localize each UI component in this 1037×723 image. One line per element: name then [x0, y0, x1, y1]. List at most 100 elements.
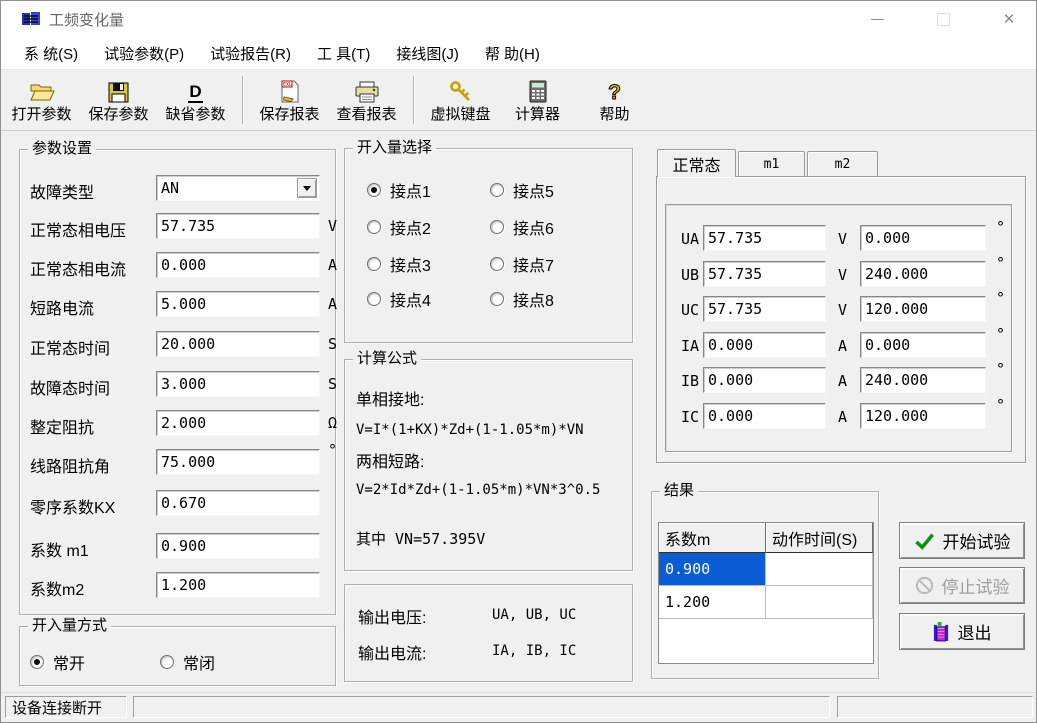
status-bar: 设备连接断开: [1, 692, 1036, 722]
radio-normally-open[interactable]: 常开: [30, 654, 85, 670]
radio-contact-6[interactable]: 接点6: [490, 219, 554, 235]
ua-angle-input[interactable]: 0.000: [860, 225, 986, 251]
contact-select-group: 开入量选择 接点1 接点2 接点3 接点4 接点5 接点6 接点7 接点8: [344, 148, 633, 343]
ua-magnitude-input[interactable]: 57.735: [703, 225, 826, 251]
maximize-button[interactable]: [928, 4, 958, 34]
status-connection: 设备连接断开: [5, 696, 127, 718]
radio-icon: [367, 292, 381, 306]
dropdown-arrow-button[interactable]: [297, 178, 317, 198]
ia-angle-input[interactable]: 0.000: [860, 332, 986, 358]
menu-tools[interactable]: 工 具(T): [304, 43, 383, 64]
table-row[interactable]: 1.200: [659, 586, 873, 619]
tab-m2[interactable]: m2: [807, 151, 878, 176]
radio-icon: [367, 257, 381, 271]
time-cell: [766, 586, 873, 619]
field-row: 正常态时间 20.000 S: [30, 331, 329, 357]
open-params-button[interactable]: 打开参数: [3, 73, 80, 127]
check-icon: [914, 532, 935, 550]
fault-state-time-input[interactable]: 3.000: [156, 371, 320, 397]
output-voltage-label: 输出电压:: [358, 604, 426, 628]
normal-phase-current-input[interactable]: 0.000: [156, 252, 320, 278]
normal-phase-voltage-input[interactable]: 57.735: [156, 213, 320, 239]
uc-magnitude-input[interactable]: 57.735: [703, 296, 826, 322]
coefficient-m2-input[interactable]: 1.200: [156, 572, 320, 598]
menu-system[interactable]: 系 统(S): [11, 43, 91, 64]
calculator-button[interactable]: 计算器: [499, 73, 576, 127]
radio-contact-3[interactable]: 接点3: [367, 256, 431, 272]
status-extra: [837, 696, 1033, 718]
stop-test-button: 停止试验: [899, 567, 1025, 604]
line-impedance-angle-input[interactable]: 75.000: [156, 449, 320, 475]
formula-note: 其中 VN=57.395V: [356, 528, 485, 549]
column-header-m: 系数m: [659, 523, 766, 553]
phase-values-panel: UA 57.735 V 0.000 ° UB 57.735 V 240.000 …: [665, 204, 1012, 452]
formula-title: 计算公式: [353, 350, 421, 368]
formula-line: 单相接地:: [356, 386, 424, 410]
save-icon: [108, 77, 129, 103]
radio-contact-1[interactable]: 接点1: [367, 182, 431, 198]
exit-door-icon: [933, 621, 950, 642]
menu-test-params[interactable]: 试验参数(P): [91, 43, 197, 64]
input-mode-group: 开入量方式 常开 常闭: [19, 626, 336, 686]
minimize-button[interactable]: [862, 4, 892, 34]
radio-icon: [490, 183, 504, 197]
app-icon: [21, 9, 41, 29]
ub-angle-input[interactable]: 240.000: [860, 261, 986, 287]
short-circuit-current-input[interactable]: 5.000: [156, 291, 320, 317]
ic-angle-input[interactable]: 120.000: [860, 403, 986, 429]
radio-contact-7[interactable]: 接点7: [490, 256, 554, 272]
help-icon: ?: [608, 77, 621, 103]
toolbar-separator: [242, 76, 243, 124]
menu-bar: 系 统(S) 试验参数(P) 试验报告(R) 工 具(T) 接线图(J) 帮 助…: [1, 37, 1036, 69]
help-button[interactable]: ? 帮助: [576, 73, 653, 127]
toolbar: 打开参数 保存参数 D 缺省参数 EXL: [1, 69, 1036, 131]
calculator-icon: [529, 77, 547, 103]
tab-normal-state[interactable]: 正常态: [657, 149, 736, 177]
save-params-button[interactable]: 保存参数: [80, 73, 157, 127]
default-params-button[interactable]: D 缺省参数: [157, 73, 234, 127]
uc-angle-input[interactable]: 120.000: [860, 296, 986, 322]
table-row[interactable]: 0.900: [659, 553, 873, 586]
field-row: 故障态时间 3.000 S: [30, 371, 329, 397]
ub-magnitude-input[interactable]: 57.735: [703, 261, 826, 287]
field-row: 系数 m1 0.900: [30, 533, 329, 559]
fault-type-dropdown[interactable]: AN: [156, 175, 320, 201]
time-cell: [766, 553, 873, 586]
ic-magnitude-input[interactable]: 0.000: [703, 403, 826, 429]
field-row: 短路电流 5.000 A: [30, 291, 329, 317]
start-test-button[interactable]: 开始试验: [899, 522, 1025, 559]
degree-unit: °: [996, 325, 1005, 343]
zero-seq-coefficient-input[interactable]: 0.670: [156, 490, 320, 516]
radio-contact-8[interactable]: 接点8: [490, 291, 554, 307]
radio-contact-5[interactable]: 接点5: [490, 182, 554, 198]
radio-contact-2[interactable]: 接点2: [367, 219, 431, 235]
ia-magnitude-input[interactable]: 0.000: [703, 332, 826, 358]
radio-icon: [490, 220, 504, 234]
fault-type-row: 故障类型 AN: [30, 175, 329, 201]
menu-wiring-diagram[interactable]: 接线图(J): [383, 43, 472, 64]
ib-angle-input[interactable]: 240.000: [860, 367, 986, 393]
normal-state-time-input[interactable]: 20.000: [156, 331, 320, 357]
radio-contact-4[interactable]: 接点4: [367, 291, 431, 307]
menu-test-report[interactable]: 试验报告(R): [197, 43, 304, 64]
setting-impedance-input[interactable]: 2.000: [156, 410, 320, 436]
formula-line: V=I*(1+KX)*Zd+(1-1.05*m)*VN: [356, 422, 584, 438]
output-voltage-value: UA, UB, UC: [492, 607, 576, 623]
close-button[interactable]: ✕: [994, 4, 1024, 34]
formula-line: 两相短路:: [356, 448, 424, 472]
formula-group: 计算公式 单相接地: V=I*(1+KX)*Zd+(1-1.05*m)*VN 两…: [344, 359, 633, 571]
exit-button[interactable]: 退出: [899, 613, 1025, 650]
app-window: 工频变化量 ✕ 系 统(S) 试验参数(P) 试验报告(R) 工 具(T) 接线…: [0, 0, 1037, 723]
radio-normally-closed[interactable]: 常闭: [160, 654, 215, 670]
save-report-button[interactable]: EXL 保存报表: [251, 73, 328, 127]
tab-m1[interactable]: m1: [738, 151, 805, 176]
virtual-keyboard-button[interactable]: 虚拟键盘: [422, 73, 499, 127]
view-report-button[interactable]: 查看报表: [328, 73, 405, 127]
coefficient-m1-input[interactable]: 0.900: [156, 533, 320, 559]
normal-state-tab-page: UA 57.735 V 0.000 ° UB 57.735 V 240.000 …: [656, 176, 1026, 463]
m-cell: 0.900: [659, 553, 766, 586]
menu-help[interactable]: 帮 助(H): [472, 43, 553, 64]
ib-magnitude-input[interactable]: 0.000: [703, 367, 826, 393]
open-folder-icon: [29, 77, 55, 103]
chevron-down-icon: [303, 186, 311, 195]
